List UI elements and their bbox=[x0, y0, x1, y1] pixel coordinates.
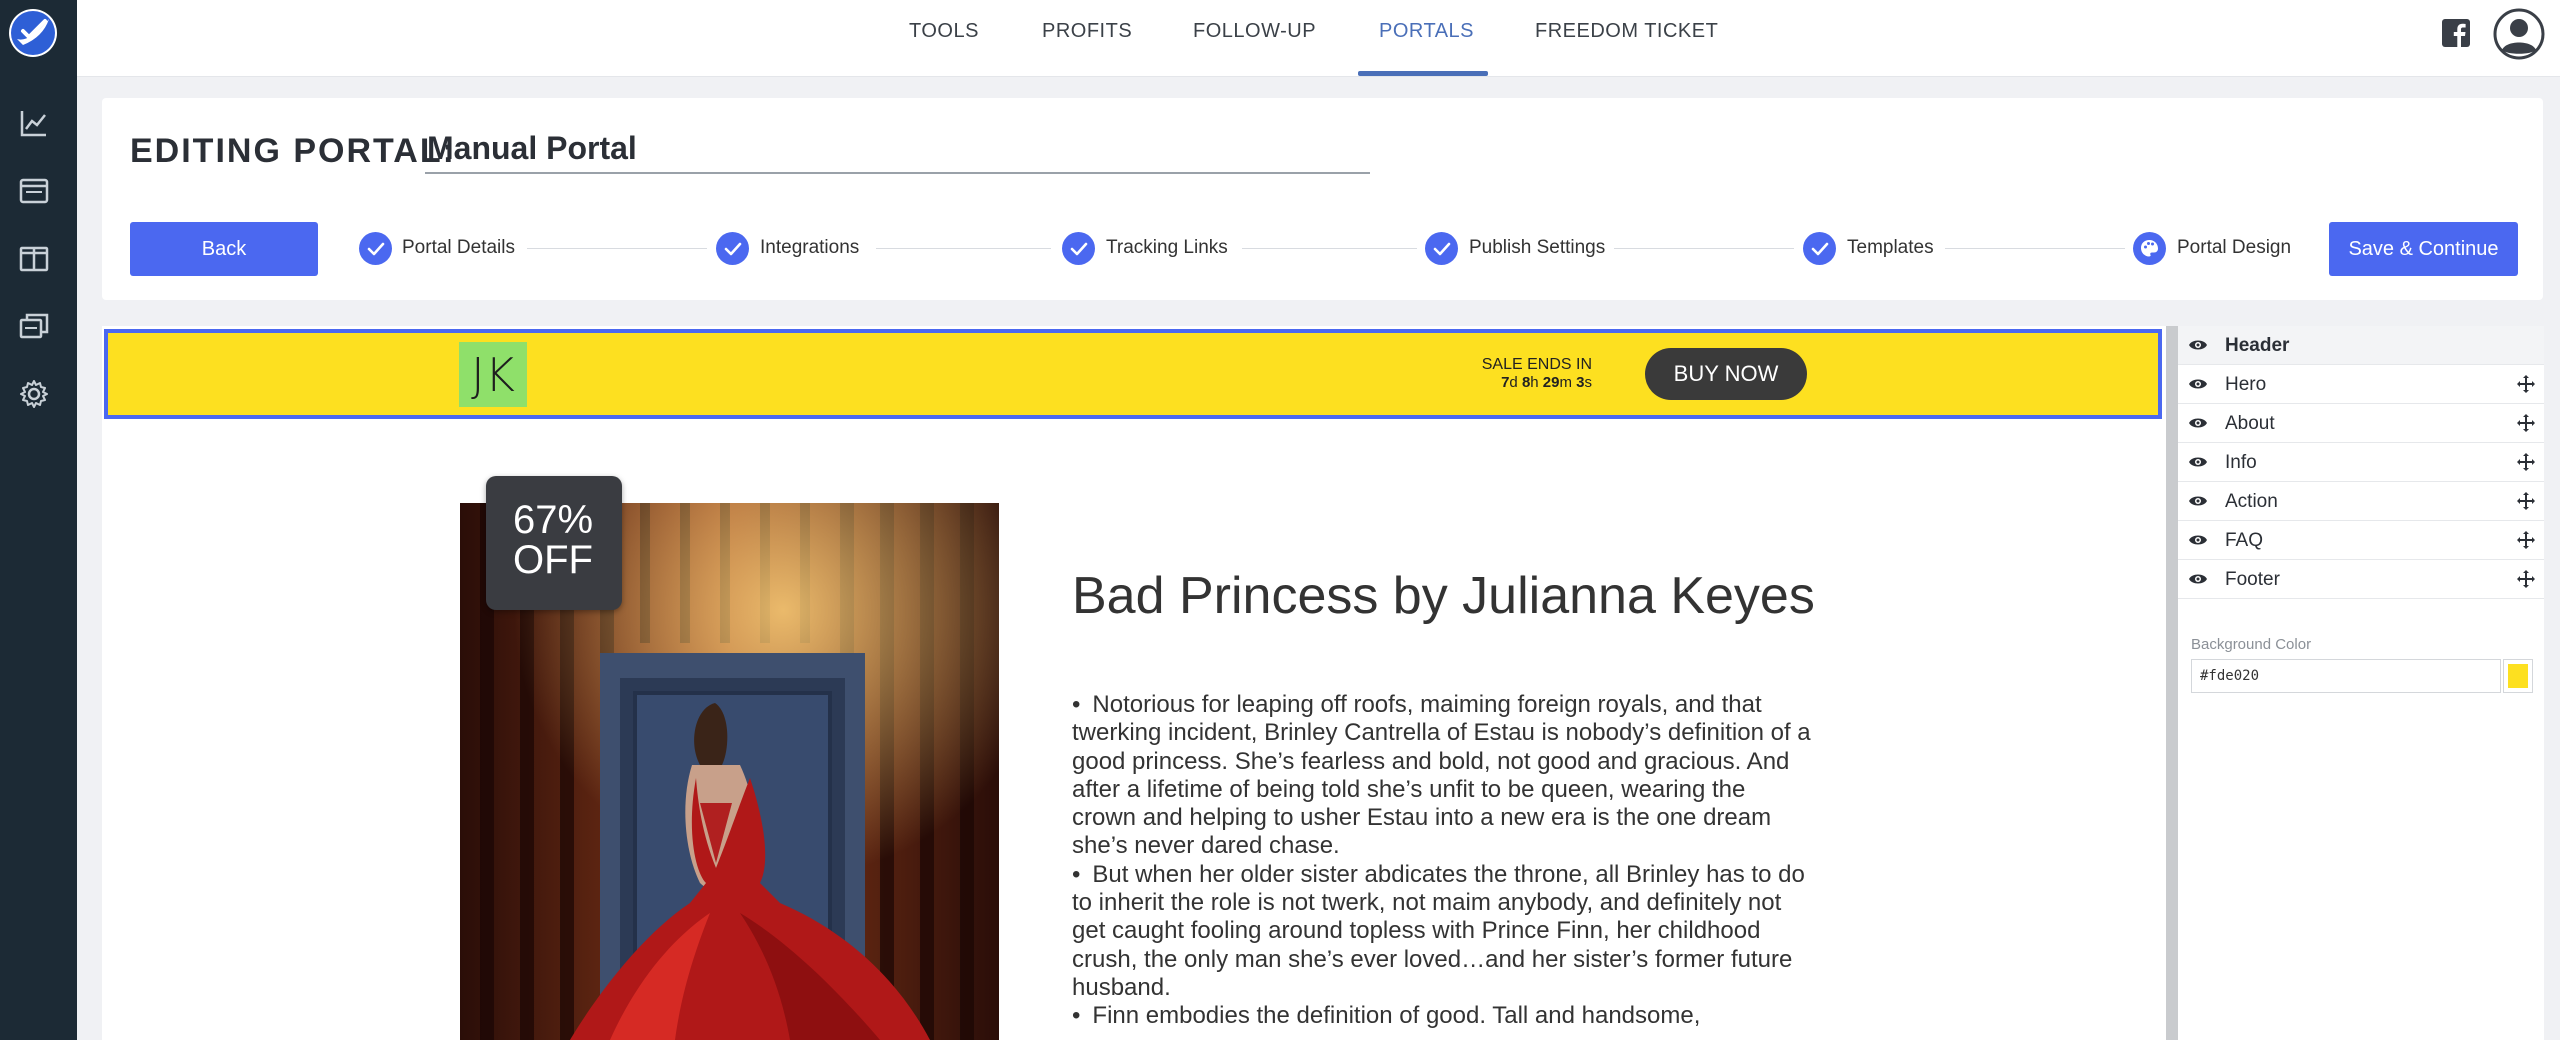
eye-icon[interactable] bbox=[2188, 376, 2208, 392]
section-row-info[interactable]: Info bbox=[2178, 443, 2544, 482]
section-label: Hero bbox=[2225, 374, 2267, 395]
step-templates[interactable]: Templates bbox=[1847, 237, 1934, 259]
section-row-faq[interactable]: FAQ bbox=[2178, 521, 2544, 560]
copy-windows-icon[interactable] bbox=[18, 310, 50, 342]
description-bullet: Finn embodies the definition of good. Ta… bbox=[1072, 1002, 1812, 1030]
countdown-seconds: 3 bbox=[1576, 374, 1585, 391]
step-portal-details[interactable]: Portal Details bbox=[402, 237, 515, 259]
book-title: Bad Princess by Julianna Keyes bbox=[1072, 567, 1815, 625]
app-logo[interactable] bbox=[9, 9, 57, 57]
header-section-preview[interactable] bbox=[104, 329, 2162, 419]
eye-icon[interactable] bbox=[2188, 571, 2208, 587]
editing-portal-card: EDITING PORTAL: Manual Portal Back Porta… bbox=[102, 98, 2543, 300]
back-button[interactable]: Back bbox=[130, 222, 318, 276]
nav-tools[interactable]: TOOLS bbox=[909, 20, 979, 43]
eye-icon[interactable] bbox=[2188, 493, 2208, 509]
page-title: EDITING PORTAL: bbox=[130, 132, 456, 170]
discount-off-label: OFF bbox=[513, 538, 593, 582]
move-handle-icon[interactable] bbox=[2516, 530, 2536, 550]
eye-icon[interactable] bbox=[2188, 532, 2208, 548]
step-connector bbox=[1614, 248, 1794, 249]
section-label: Info bbox=[2225, 452, 2257, 473]
description-bullet: Notorious for leaping off roofs, maiming… bbox=[1072, 691, 1812, 861]
check-circle-icon bbox=[1062, 232, 1095, 265]
step-portal-design[interactable]: Portal Design bbox=[2177, 237, 2291, 259]
palette-icon bbox=[2133, 232, 2166, 265]
section-row-header[interactable]: Header bbox=[2178, 326, 2544, 365]
eye-icon[interactable] bbox=[2188, 337, 2208, 353]
step-publish-settings[interactable]: Publish Settings bbox=[1469, 237, 1605, 259]
user-avatar-icon[interactable] bbox=[2493, 8, 2545, 60]
section-label: FAQ bbox=[2225, 530, 2264, 551]
eye-icon[interactable] bbox=[2188, 415, 2208, 431]
preview-scrollbar[interactable] bbox=[2166, 326, 2178, 1040]
eye-icon[interactable] bbox=[2188, 454, 2208, 470]
save-continue-button[interactable]: Save & Continue bbox=[2329, 222, 2518, 276]
move-handle-icon[interactable] bbox=[2516, 569, 2536, 589]
move-handle-icon[interactable] bbox=[2516, 374, 2536, 394]
rocket-logo-icon bbox=[11, 11, 55, 55]
top-navigation: TOOLS PROFITS FOLLOW-UP PORTALS FREEDOM … bbox=[77, 0, 2560, 77]
step-connector bbox=[1242, 248, 1417, 249]
move-handle-icon[interactable] bbox=[2516, 413, 2536, 433]
active-tab-indicator bbox=[1358, 71, 1488, 76]
columns-layout-icon[interactable] bbox=[18, 243, 50, 275]
buy-now-button[interactable]: BUY NOW bbox=[1645, 348, 1807, 400]
countdown-timer: 7d 8h 29m 3s bbox=[1400, 374, 1592, 391]
swatch-fill bbox=[2508, 664, 2528, 688]
check-circle-icon bbox=[716, 232, 749, 265]
nav-profits[interactable]: PROFITS bbox=[1042, 20, 1132, 43]
portal-name-input[interactable]: Manual Portal bbox=[425, 128, 1370, 174]
countdown-days-unit: d bbox=[1509, 374, 1518, 391]
nav-follow-up[interactable]: FOLLOW-UP bbox=[1193, 20, 1316, 43]
check-circle-icon bbox=[1425, 232, 1458, 265]
section-label: About bbox=[2225, 413, 2275, 434]
nav-portals[interactable]: PORTALS bbox=[1379, 20, 1474, 43]
settings-icon[interactable] bbox=[18, 378, 50, 410]
description-bullet: But when her older sister abdicates the … bbox=[1072, 861, 1812, 1002]
browser-window-icon[interactable] bbox=[18, 175, 50, 207]
move-handle-icon[interactable] bbox=[2516, 452, 2536, 472]
countdown-hours-unit: h bbox=[1530, 374, 1539, 391]
countdown-minutes: 29 bbox=[1542, 374, 1560, 391]
section-label: Action bbox=[2225, 491, 2278, 512]
step-connector bbox=[1945, 248, 2125, 249]
book-description: Notorious for leaping off roofs, maiming… bbox=[1072, 691, 1812, 1031]
move-handle-icon[interactable] bbox=[2516, 491, 2536, 511]
countdown-minutes-unit: m bbox=[1559, 374, 1572, 391]
discount-badge: 67% OFF bbox=[486, 476, 622, 610]
step-connector bbox=[876, 248, 1051, 249]
countdown-seconds-unit: s bbox=[1584, 374, 1593, 391]
check-circle-icon bbox=[359, 232, 392, 265]
check-circle-icon bbox=[1803, 232, 1836, 265]
step-tracking-links[interactable]: Tracking Links bbox=[1106, 237, 1228, 259]
sale-ends-label: SALE ENDS IN bbox=[1481, 356, 1592, 373]
section-label: Header bbox=[2225, 335, 2290, 356]
nav-freedom-ticket[interactable]: FREEDOM TICKET bbox=[1535, 20, 1718, 43]
facebook-icon[interactable] bbox=[2441, 18, 2471, 48]
section-label: Footer bbox=[2225, 569, 2280, 590]
section-row-footer[interactable]: Footer bbox=[2178, 560, 2544, 599]
section-row-hero[interactable]: Hero bbox=[2178, 365, 2544, 404]
analytics-icon[interactable] bbox=[18, 107, 50, 139]
step-connector bbox=[527, 248, 707, 249]
background-color-input[interactable]: #fde020 bbox=[2191, 659, 2501, 693]
brand-logo: JK bbox=[459, 342, 527, 407]
background-color-swatch[interactable] bbox=[2503, 659, 2533, 693]
step-integrations[interactable]: Integrations bbox=[760, 237, 859, 259]
sidebar bbox=[0, 0, 77, 1040]
background-color-label: Background Color bbox=[2191, 636, 2312, 653]
section-row-about[interactable]: About bbox=[2178, 404, 2544, 443]
discount-percent: 67% bbox=[513, 498, 594, 542]
section-row-action[interactable]: Action bbox=[2178, 482, 2544, 521]
